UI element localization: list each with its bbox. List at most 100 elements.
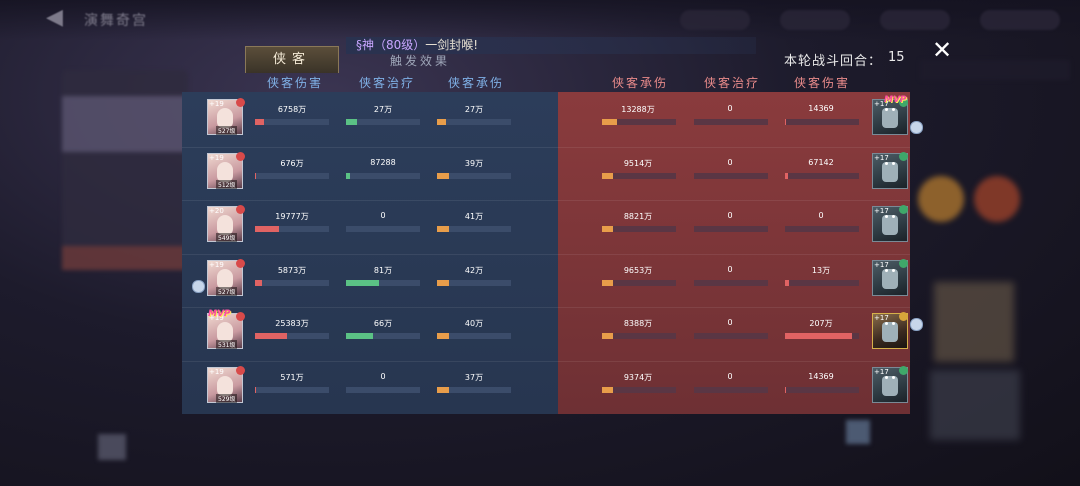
- tab-heroes[interactable]: 侠客: [245, 46, 339, 73]
- left-tank-bar-fill: [437, 333, 449, 339]
- row-separator: [182, 360, 910, 362]
- left-damage-bar-fill: [255, 226, 280, 232]
- right-heal-bar: [694, 279, 768, 286]
- left-tank-value: 39万: [464, 158, 484, 168]
- tab-trigger-effects[interactable]: 触发效果: [380, 52, 460, 70]
- left-heal-bar-fill: [346, 333, 373, 339]
- enemy-face: [882, 108, 898, 128]
- right-tank-value: 8388万: [623, 319, 653, 328]
- enemy-eye-left: [885, 322, 888, 325]
- right-tank-value: 8821万: [623, 212, 653, 221]
- right-damage-value: 67142: [808, 157, 834, 167]
- left-tank-bar: [437, 226, 511, 232]
- hero-power-level: 527级: [216, 126, 238, 135]
- hero-face: [217, 375, 233, 396]
- row-separator: [182, 200, 910, 201]
- col-header-right-tank: 侠客承伤: [611, 76, 668, 90]
- close-icon[interactable]: ✕: [930, 38, 954, 62]
- right-heal-bar: [694, 226, 768, 232]
- left-damage-bar: [255, 333, 329, 339]
- background-side-menu: [62, 70, 188, 270]
- right-damage-bar: [785, 279, 859, 286]
- banner-message: 一剑封喉!: [425, 38, 479, 52]
- buff-icon[interactable]: [192, 280, 205, 293]
- left-damage-bar-fill: [255, 119, 264, 125]
- enemy-face: [882, 215, 898, 235]
- left-tank-bar-fill: [437, 172, 449, 179]
- left-tank-value: 42万: [464, 265, 484, 275]
- enemy-face: [882, 322, 898, 342]
- enemy-eye-right: [892, 268, 895, 272]
- right-damage-value: 14369: [808, 104, 834, 113]
- right-tank-value: 9653万: [623, 265, 653, 275]
- hero-level: +20: [209, 207, 224, 215]
- hero-power-level: 531级: [216, 340, 238, 349]
- left-tank-bar-fill: [437, 226, 449, 232]
- right-damage-bar-fill: [785, 386, 787, 393]
- buff-icon[interactable]: [910, 318, 923, 331]
- enemy-level: +17: [874, 367, 889, 376]
- background-reward-icon: [974, 176, 1020, 222]
- right-damage-bar-fill: [785, 279, 790, 286]
- right-tank-value: 9374万: [623, 372, 653, 382]
- right-tank-bar: [602, 386, 676, 393]
- enemy-status-badge: [899, 365, 908, 375]
- right-damage-bar: [785, 386, 859, 393]
- left-damage-bar: [255, 386, 329, 393]
- right-damage-value: 0: [818, 211, 824, 220]
- right-tank-bar: [602, 333, 676, 339]
- left-heal-bar: [346, 333, 420, 339]
- kill-banner: §神（80级）一剑封喉!: [346, 37, 756, 54]
- enemy-eye-right: [892, 215, 895, 218]
- hero-face: [217, 108, 233, 128]
- hero-power-level: 512级: [216, 179, 238, 189]
- hero-level: +19: [209, 367, 224, 376]
- left-damage-bar: [255, 279, 329, 286]
- left-damage-bar-fill: [255, 333, 287, 339]
- buff-icon[interactable]: [910, 121, 923, 134]
- enemy-face: [882, 268, 898, 289]
- left-tank-bar: [437, 172, 511, 179]
- enemy-eye-right: [892, 322, 895, 325]
- left-heal-bar: [346, 172, 420, 179]
- round-value: 15: [888, 50, 905, 65]
- hero-face: [217, 215, 233, 235]
- system-status-pill: [980, 10, 1060, 30]
- enemy-level: +17: [874, 153, 889, 162]
- left-heal-bar-fill: [346, 279, 380, 286]
- right-damage-bar: [785, 333, 859, 339]
- right-heal-bar: [694, 119, 768, 125]
- currency-pill: [680, 10, 750, 30]
- hero-face: [217, 268, 233, 289]
- right-heal-bar: [694, 333, 768, 339]
- right-damage-value: 207万: [809, 319, 833, 328]
- right-tank-bar-fill: [602, 279, 614, 286]
- round-label: 本轮战斗回合：: [784, 54, 883, 69]
- left-damage-bar-fill: [255, 279, 263, 286]
- col-header-right-damage: 侠客伤害: [793, 76, 850, 90]
- banner-prefix: §神（80级）: [356, 38, 426, 52]
- enemy-eye-right: [892, 161, 895, 165]
- hero-status-badge: [236, 365, 245, 375]
- enemy-eye-left: [885, 215, 888, 218]
- enemy-face: [882, 375, 898, 396]
- hero-level: +19: [209, 100, 224, 108]
- hero-status-badge: [236, 205, 245, 214]
- left-tank-bar-fill: [437, 119, 446, 125]
- right-heal-value: 0: [727, 318, 733, 327]
- hero-status-badge: [236, 98, 245, 107]
- right-damage-bar: [785, 226, 859, 232]
- right-tank-value: 13288万: [621, 105, 655, 114]
- enemy-status-badge: [899, 258, 908, 268]
- right-damage-bar-fill: [785, 172, 788, 179]
- hero-power-level: 527级: [216, 286, 238, 296]
- currency-pill: [880, 10, 950, 30]
- right-tank-bar-fill: [602, 119, 617, 125]
- left-damage-value: 571万: [280, 372, 304, 382]
- left-tank-value: 40万: [464, 319, 484, 328]
- enemy-level: +17: [874, 314, 889, 322]
- enemy-face: [882, 161, 898, 182]
- right-tank-bar-fill: [602, 226, 614, 232]
- left-damage-bar-fill: [255, 172, 257, 179]
- background-bottom-icon: [98, 434, 126, 460]
